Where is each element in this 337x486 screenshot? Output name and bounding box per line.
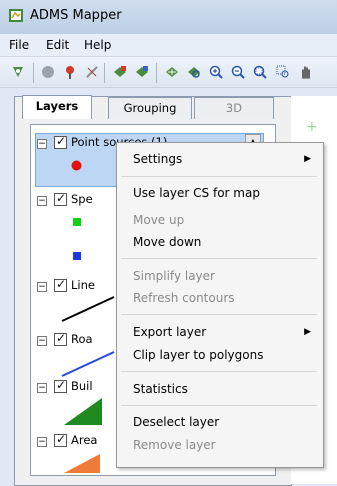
menu-edit[interactable]: Edit (46, 38, 69, 52)
pin-icon[interactable] (62, 64, 78, 80)
tab-layers[interactable]: Layers (22, 95, 92, 119)
menu-help[interactable]: Help (84, 38, 111, 52)
expand-toggle[interactable]: − (37, 196, 47, 206)
zoom-extent-icon[interactable] (252, 64, 268, 80)
zoom-window-icon[interactable] (230, 64, 246, 80)
point-symbol-icon (71, 160, 82, 171)
menu-item-export-layer[interactable]: Export layer (133, 325, 206, 339)
zoom-rectangle-icon[interactable] (275, 64, 291, 80)
menu-item-move-up: Move up (133, 213, 185, 227)
tab-3d[interactable]: 3D (194, 97, 274, 119)
expand-toggle[interactable]: − (37, 139, 47, 149)
pan-icon[interactable] (298, 64, 314, 80)
blue-square-symbol-icon (73, 252, 81, 260)
tree-item-label[interactable]: Area (71, 433, 97, 447)
building-symbol-icon (64, 398, 102, 425)
info-icon[interactable] (40, 64, 56, 80)
expand-toggle[interactable]: − (37, 437, 47, 447)
tree-item-label[interactable]: Buil (71, 379, 93, 393)
menu-item-use-layer-cs[interactable]: Use layer CS for map (133, 186, 260, 200)
menu-item-statistics[interactable]: Statistics (133, 382, 188, 396)
layer-checkbox[interactable] (54, 432, 67, 447)
layer-remove-icon[interactable] (134, 64, 150, 80)
zoom-out-icon[interactable] (208, 64, 224, 80)
window-title: ADMS Mapper (30, 8, 122, 23)
road-symbol-icon (61, 351, 115, 377)
grid-icon[interactable] (164, 64, 180, 80)
layer-checkbox[interactable] (54, 331, 67, 346)
menu-item-refresh-contours: Refresh contours (133, 291, 235, 305)
layer-checkbox[interactable] (54, 191, 67, 206)
green-square-symbol-icon (73, 218, 81, 226)
toolbar (0, 57, 337, 88)
line-symbol-icon (61, 296, 115, 322)
submenu-arrow-icon: ▶ (304, 154, 311, 164)
menu-item-settings[interactable]: Settings (133, 152, 182, 166)
menu-file[interactable]: File (9, 38, 29, 52)
area-symbol-icon (64, 454, 100, 473)
title-bar: ADMS Mapper (0, 0, 337, 34)
tree-item-label[interactable]: Spe (71, 192, 93, 206)
layer-checkbox[interactable] (54, 277, 67, 292)
submenu-arrow-icon: ▶ (304, 327, 311, 337)
menu-item-deselect-layer[interactable]: Deselect layer (133, 415, 219, 429)
menu-bar: File Edit Help (0, 34, 337, 57)
layer-add-icon[interactable] (112, 64, 128, 80)
layer-checkbox[interactable] (54, 378, 67, 393)
tree-item-label[interactable]: Line (71, 278, 95, 292)
expand-toggle[interactable]: − (37, 383, 47, 393)
context-menu: Settings ▶ Use layer CS for map Move up … (116, 142, 324, 468)
tab-grouping[interactable]: Grouping (108, 97, 192, 119)
menu-item-remove-layer: Remove layer (133, 438, 216, 452)
layer-checkbox[interactable] (54, 134, 67, 149)
map-plus-marker: + (306, 119, 318, 135)
tree-item-label[interactable]: Roa (71, 332, 93, 346)
menu-item-simplify-layer: Simplify layer (133, 269, 215, 283)
expand-toggle[interactable]: − (37, 336, 47, 346)
expand-toggle[interactable]: − (37, 282, 47, 292)
menu-item-clip-layer[interactable]: Clip layer to polygons (133, 348, 263, 362)
select-tool-icon[interactable] (10, 64, 26, 80)
app-icon (9, 9, 23, 22)
measure-icon[interactable] (84, 64, 100, 80)
menu-item-move-down[interactable]: Move down (133, 235, 201, 249)
zoom-in-icon[interactable] (186, 64, 202, 80)
